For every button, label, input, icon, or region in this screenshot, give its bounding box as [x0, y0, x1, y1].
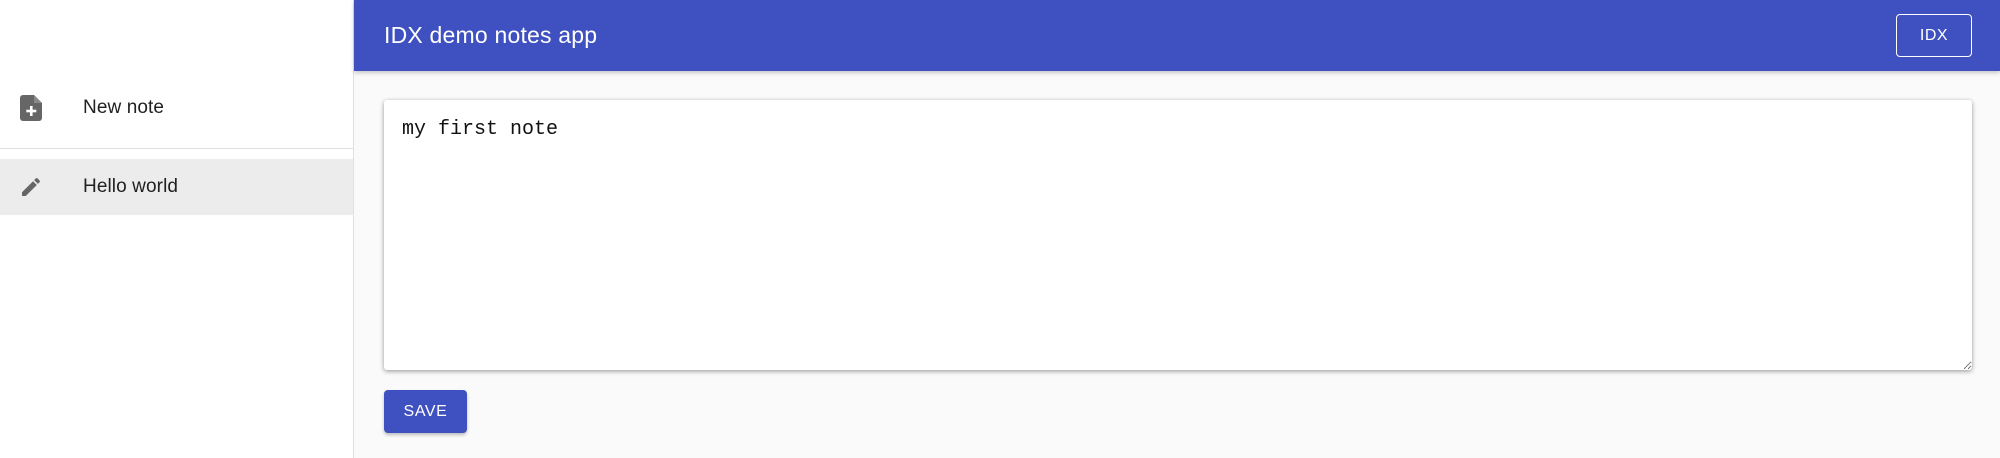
- app-bar: IDX demo notes app IDX: [354, 0, 2000, 71]
- sidebar-divider: [0, 148, 353, 149]
- main-content: my first note SAVE: [354, 71, 2000, 458]
- app-root: New note Hello world IDX demo notes app …: [0, 0, 2000, 458]
- sidebar-item-hello-world[interactable]: Hello world: [0, 159, 353, 215]
- note-textarea[interactable]: my first note: [384, 100, 1972, 370]
- note-add-icon: [18, 95, 44, 121]
- page-title: IDX demo notes app: [384, 22, 598, 48]
- save-button[interactable]: SAVE: [384, 390, 467, 433]
- idx-button[interactable]: IDX: [1896, 14, 1972, 57]
- sidebar-item-new-note[interactable]: New note: [0, 80, 353, 136]
- sidebar-item-label: Hello world: [83, 176, 179, 197]
- pencil-icon: [18, 174, 44, 200]
- sidebar: New note Hello world: [0, 0, 354, 458]
- sidebar-item-label: New note: [83, 97, 165, 118]
